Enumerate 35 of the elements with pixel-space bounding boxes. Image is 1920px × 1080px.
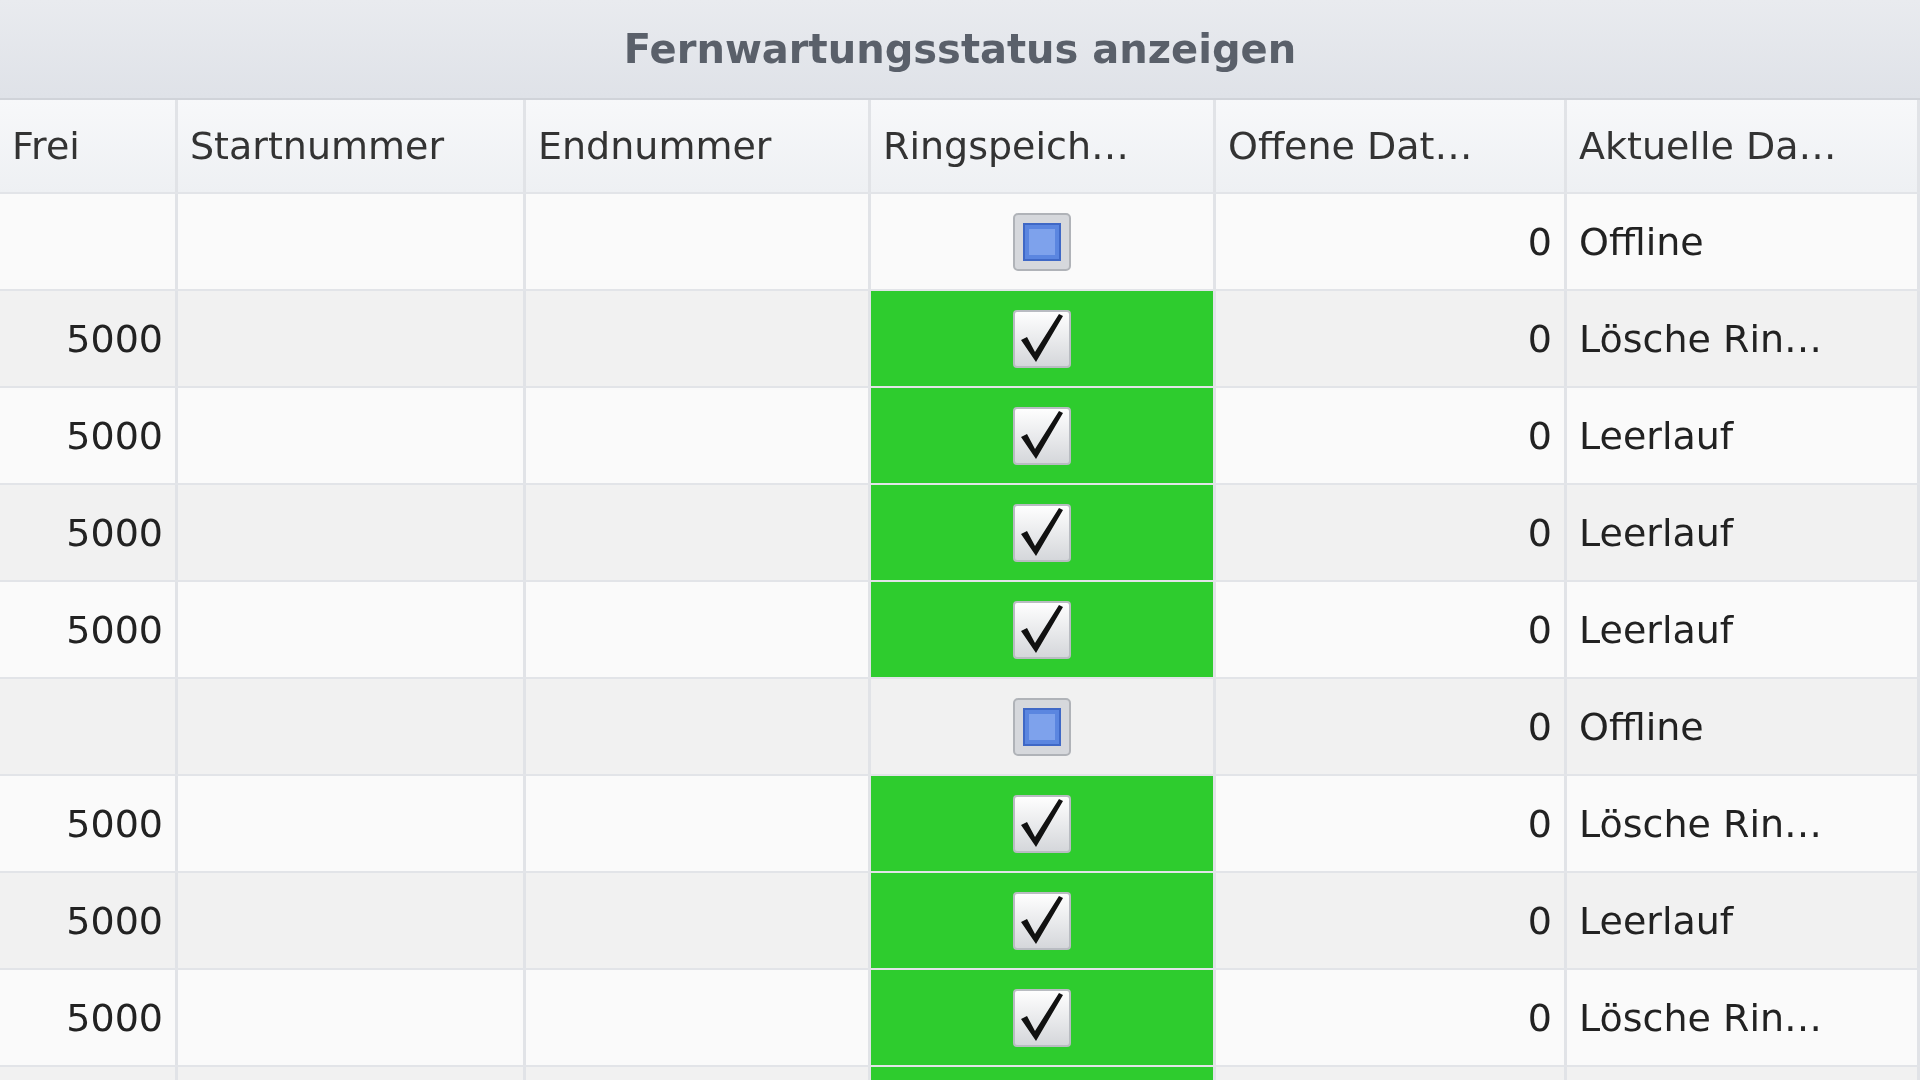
status-text: Offline — [1579, 219, 1704, 264]
status-text: Leerlauf — [1579, 413, 1734, 458]
checkbox-icon — [1013, 503, 1071, 562]
status-text: Lösche Rin… — [1579, 316, 1823, 361]
free-count: 5000 — [66, 607, 163, 652]
open-count: 0 — [1527, 704, 1552, 749]
open-count: 0 — [1527, 801, 1552, 846]
free-count: 5000 — [66, 801, 163, 846]
open-count: 0 — [1527, 510, 1552, 555]
offline-icon — [1013, 697, 1071, 756]
free-count: 5000 — [66, 413, 163, 458]
open-count: 0 — [1527, 316, 1552, 361]
free-count: 5000 — [66, 995, 163, 1040]
checkbox-icon — [1013, 891, 1071, 950]
status-text: Offline — [1579, 704, 1704, 749]
open-count: 0 — [1527, 607, 1552, 652]
open-count: 0 — [1527, 995, 1552, 1040]
checkbox-icon — [1013, 988, 1071, 1047]
status-text: Leerlauf — [1579, 898, 1734, 943]
checkbox-icon — [1013, 406, 1071, 465]
status-text: Leerlauf — [1579, 510, 1734, 555]
checkbox-icon — [1013, 794, 1071, 853]
status-text: Lösche Rin… — [1579, 995, 1823, 1040]
open-count: 0 — [1527, 898, 1552, 943]
status-text: Lösche Rin… — [1579, 801, 1823, 846]
open-count: 0 — [1527, 219, 1552, 264]
checkbox-icon — [1013, 309, 1071, 368]
status-text: Leerlauf — [1579, 607, 1734, 652]
open-count: 0 — [1527, 413, 1552, 458]
window-title: Fernwartungsstatus anzeigen — [623, 26, 1297, 72]
free-count: 5000 — [66, 510, 163, 555]
checkbox-icon — [1013, 600, 1071, 659]
free-count: 5000 — [66, 316, 163, 361]
offline-icon — [1013, 212, 1071, 271]
free-count: 5000 — [66, 898, 163, 943]
